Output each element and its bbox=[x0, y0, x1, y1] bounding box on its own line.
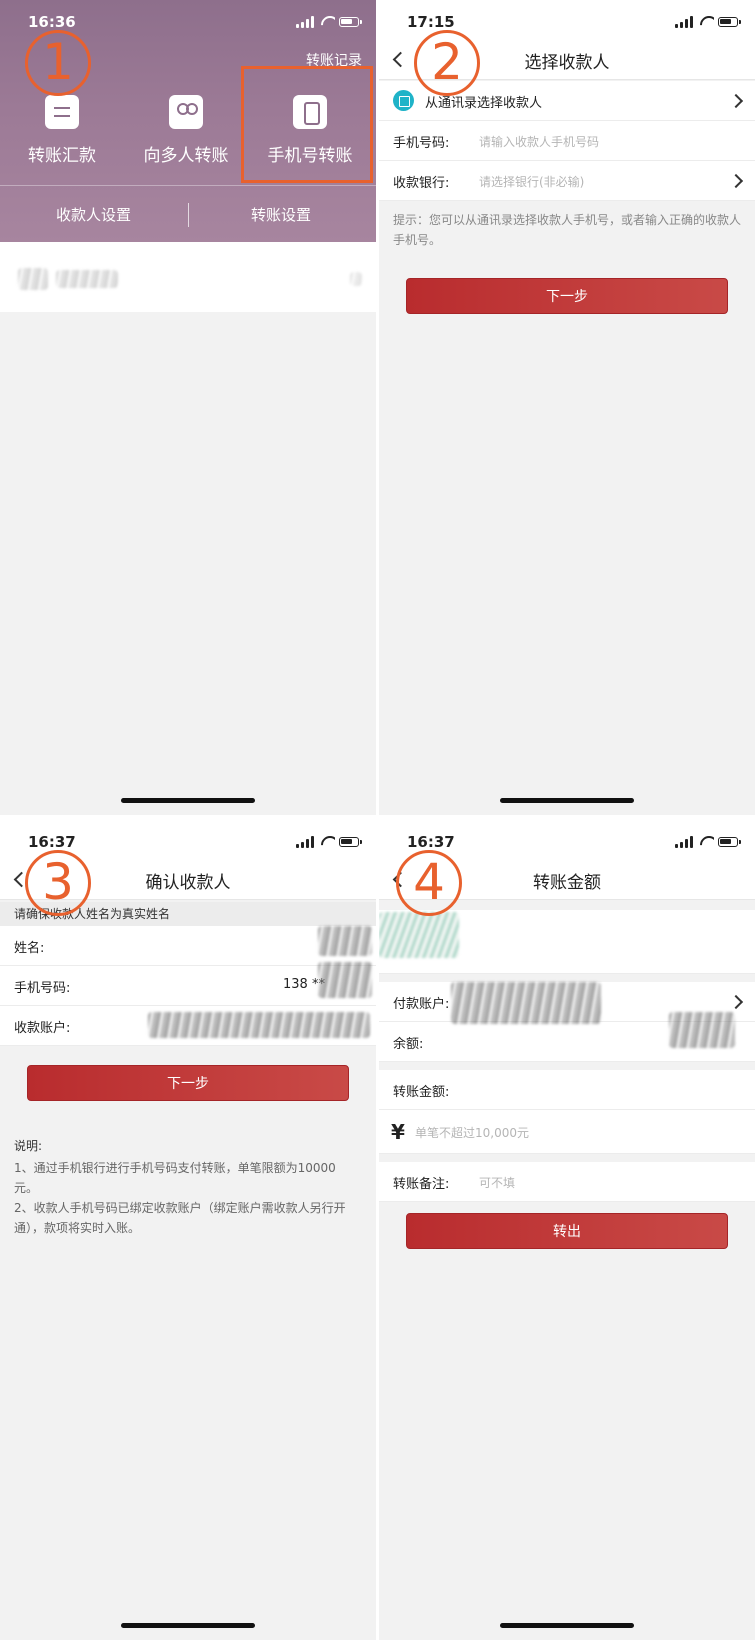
signal-bar bbox=[306, 19, 309, 28]
status-icons bbox=[296, 836, 362, 848]
next-button[interactable]: 下一步 bbox=[406, 278, 728, 314]
status-time: 16:37 bbox=[28, 833, 76, 851]
recent-payee-row[interactable] bbox=[0, 242, 376, 312]
status-icons bbox=[675, 836, 741, 848]
transfer-remit-action[interactable]: 转账汇款 bbox=[2, 95, 122, 166]
signal-bar bbox=[680, 22, 683, 28]
screen-confirm-payee: 16:37 确认收款人 请确保收款人姓名为真实姓名 姓名: 手机号码: 138 … bbox=[0, 820, 376, 1640]
blurred-avatar bbox=[18, 268, 48, 290]
divider bbox=[188, 203, 189, 227]
wifi-icon bbox=[700, 16, 714, 28]
wifi-icon bbox=[321, 16, 335, 28]
balance-label: 余额: bbox=[393, 1037, 424, 1052]
signal-bar bbox=[311, 836, 314, 848]
chevron-right-icon bbox=[728, 994, 744, 1010]
signal-bar bbox=[690, 836, 693, 848]
redacted-balance bbox=[669, 1012, 735, 1048]
signal-bar bbox=[680, 842, 683, 848]
redacted-account bbox=[148, 1012, 370, 1038]
signal-bar bbox=[311, 16, 314, 28]
redacted-payee-avatar bbox=[379, 912, 459, 958]
step-badge: 1 bbox=[25, 30, 91, 96]
name-label: 姓名: bbox=[14, 941, 45, 956]
bank-label: 收款银行: bbox=[393, 176, 450, 191]
status-time: 17:15 bbox=[407, 13, 455, 31]
signal-bar bbox=[301, 22, 304, 28]
bank-select[interactable]: 请选择银行(非必输) bbox=[479, 173, 584, 190]
signal-bar bbox=[301, 842, 304, 848]
home-indicator bbox=[121, 1623, 255, 1628]
status-time: 16:36 bbox=[28, 13, 76, 31]
signal-icon bbox=[675, 844, 678, 848]
screen-select-payee: 17:15 选择收款人 从通讯录选择收款人 手机号码: 请输入收款人手机号码 收… bbox=[379, 0, 755, 815]
phone-label: 手机号码: bbox=[14, 981, 71, 996]
phone-input[interactable]: 请输入收款人手机号码 bbox=[479, 133, 599, 150]
remark-row: 转账备注: 可不填 bbox=[379, 1162, 755, 1202]
amount-input[interactable]: 单笔不超过10,000元 bbox=[415, 1124, 529, 1141]
note-item: 2、收款人手机号码已绑定收款账户（绑定账户需收款人另行开通），款项将实时入账。 bbox=[14, 1201, 346, 1235]
chevron-right-icon bbox=[728, 93, 744, 109]
home-indicator bbox=[121, 798, 255, 803]
action-label: 转账汇款 bbox=[28, 146, 96, 166]
signal-bar bbox=[690, 16, 693, 28]
step-badge: 2 bbox=[414, 30, 480, 96]
home-indicator bbox=[500, 1623, 634, 1628]
redacted-account bbox=[451, 982, 601, 1024]
step-badge: 3 bbox=[25, 850, 91, 916]
payee-settings-link[interactable]: 收款人设置 bbox=[56, 204, 131, 225]
transfer-out-button[interactable]: 转出 bbox=[406, 1213, 728, 1249]
amount-label: 转账金额: bbox=[393, 1085, 450, 1100]
screen-transfer-amount: 16:37 转账金额 付款账户: 余额: 转账金额: ¥ 单笔不超过10,000… bbox=[379, 820, 755, 1640]
signal-icon bbox=[296, 844, 299, 848]
battery-icon bbox=[339, 837, 362, 847]
action-label: 向多人转账 bbox=[143, 146, 229, 166]
phone-number-row: 手机号码: 请输入收款人手机号码 bbox=[379, 121, 755, 161]
signal-bar bbox=[685, 19, 688, 28]
screen-transfer-home: 16:36 转账记录 转账汇款 向多人转账 手机号转账 收款人设置 转账设置 1 bbox=[0, 0, 376, 815]
wifi-icon bbox=[700, 836, 714, 848]
divider bbox=[0, 185, 376, 186]
redacted-phone bbox=[318, 962, 372, 998]
amount-label-row: 转账金额: bbox=[379, 1070, 755, 1110]
remark-label: 转账备注: bbox=[393, 1177, 450, 1192]
battery-icon bbox=[339, 17, 362, 27]
transfer-settings-link[interactable]: 转账设置 bbox=[251, 204, 311, 225]
highlight-box bbox=[241, 66, 373, 183]
amount-input-row[interactable]: ¥ 单笔不超过10,000元 bbox=[379, 1110, 755, 1154]
blurred-indicator bbox=[350, 272, 362, 286]
status-time: 16:37 bbox=[407, 833, 455, 851]
yen-icon: ¥ bbox=[391, 1120, 405, 1144]
phone-label: 手机号码: bbox=[393, 136, 450, 151]
pay-account-label: 付款账户: bbox=[393, 997, 450, 1012]
notes-title: 说明: bbox=[14, 1139, 43, 1153]
bank-select-row[interactable]: 收款银行: 请选择银行(非必输) bbox=[379, 161, 755, 201]
signal-icon bbox=[675, 24, 678, 28]
chevron-right-icon bbox=[728, 173, 744, 189]
signal-bar bbox=[306, 839, 309, 848]
battery-icon bbox=[718, 17, 741, 27]
swap-arrows-icon bbox=[45, 95, 79, 129]
next-button[interactable]: 下一步 bbox=[27, 1065, 349, 1101]
blurred-name bbox=[56, 270, 118, 288]
wifi-icon bbox=[321, 836, 335, 848]
remark-input[interactable]: 可不填 bbox=[479, 1174, 515, 1191]
status-icons bbox=[675, 16, 741, 28]
battery-icon bbox=[718, 837, 741, 847]
home-indicator bbox=[500, 798, 634, 803]
account-label: 收款账户: bbox=[14, 1021, 71, 1036]
multiple-users-icon bbox=[169, 95, 203, 129]
redacted-name bbox=[318, 926, 372, 956]
signal-bar bbox=[685, 839, 688, 848]
note-item: 1、通过手机银行进行手机号码支付转账，单笔限额为10000元。 bbox=[14, 1161, 336, 1195]
step-badge: 4 bbox=[396, 850, 462, 916]
contacts-icon bbox=[393, 90, 414, 111]
hint-text: 提示：您可以从通讯录选择收款人手机号，或者输入正确的收款人手机号。 bbox=[393, 213, 742, 247]
status-icons bbox=[296, 16, 362, 28]
signal-icon bbox=[296, 24, 299, 28]
multi-transfer-action[interactable]: 向多人转账 bbox=[126, 95, 246, 166]
